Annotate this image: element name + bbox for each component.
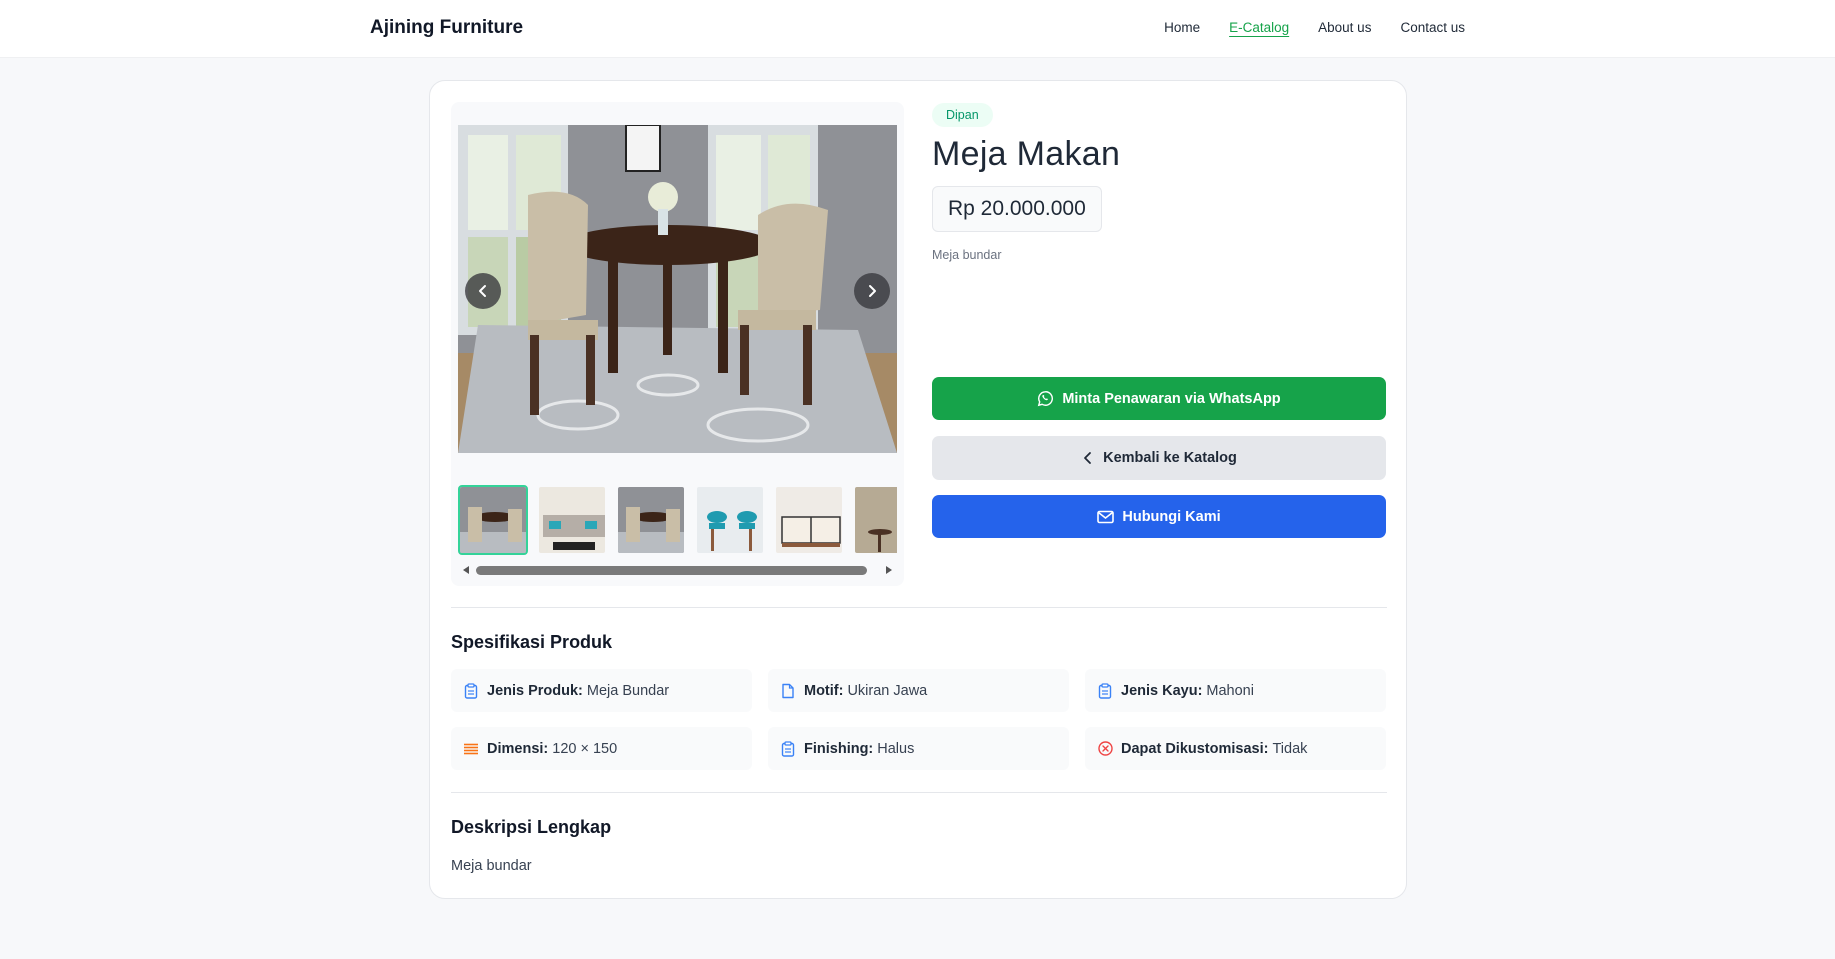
chevron-right-icon <box>869 285 876 297</box>
spec-value: Meja Bundar <box>586 682 670 699</box>
thumbnail-2[interactable] <box>537 485 607 555</box>
product-short-description: Meja bundar <box>932 248 1002 262</box>
spec-item-finishing: Finishing: Halus <box>768 727 1069 770</box>
nav-about-us[interactable]: About us <box>1318 20 1371 35</box>
category-badge: Dipan <box>932 103 993 127</box>
product-gallery <box>451 102 904 586</box>
x-circle-icon <box>1097 741 1113 757</box>
mail-icon <box>1097 510 1115 523</box>
contact-button-label: Hubungi Kami <box>1122 508 1221 525</box>
spec-value: Ukiran Jawa <box>847 682 928 699</box>
thumbnail-5[interactable] <box>774 485 844 555</box>
spec-value: Mahoni <box>1206 682 1254 699</box>
spec-value: Tidak <box>1272 740 1308 757</box>
carousel-next-button[interactable] <box>854 273 890 309</box>
whatsapp-quote-button[interactable]: Minta Penawaran via WhatsApp <box>932 377 1386 420</box>
spec-label: Motif: <box>804 682 844 699</box>
thumbnail-3[interactable] <box>616 485 686 555</box>
product-title: Meja Makan <box>932 135 1121 173</box>
description-title: Deskripsi Lengkap <box>451 817 612 837</box>
divider <box>451 607 1387 608</box>
chevron-left-icon <box>479 285 486 297</box>
spec-item-dimensi: Dimensi: 120 × 150 <box>451 727 752 770</box>
spec-value: 120 × 150 <box>552 740 618 757</box>
whatsapp-icon <box>1038 391 1054 407</box>
spec-item-dapat-dikustomisasi: Dapat Dikustomisasi: Tidak <box>1085 727 1386 770</box>
scroll-left-arrow-icon[interactable] <box>463 566 469 574</box>
back-to-catalog-button[interactable]: Kembali ke Katalog <box>932 436 1386 480</box>
thumbnail-strip <box>458 485 897 557</box>
spec-label: Dapat Dikustomisasi: <box>1121 740 1269 757</box>
carousel-prev-button[interactable] <box>465 273 501 309</box>
thumbnail-6[interactable] <box>853 485 897 555</box>
nav-e-catalog[interactable]: E-Catalog <box>1229 20 1289 35</box>
clipboard-icon <box>780 740 796 757</box>
spec-item-jenis-kayu: Jenis Kayu: Mahoni <box>1085 669 1386 712</box>
back-button-label: Kembali ke Katalog <box>1103 450 1237 466</box>
product-info: Dipan Meja Makan Rp 20.000.000 Meja bund… <box>932 103 1386 538</box>
full-description: Meja bundar <box>451 858 532 874</box>
contact-us-button[interactable]: Hubungi Kami <box>932 495 1386 538</box>
spec-value: Halus <box>877 740 915 757</box>
chevron-left-icon <box>1084 452 1092 464</box>
thumbnail-1[interactable] <box>458 485 528 555</box>
divider <box>451 792 1387 793</box>
nav-contact-us[interactable]: Contact us <box>1400 20 1465 35</box>
nav-links: Home E-Catalog About us Contact us <box>1164 20 1465 35</box>
thumbnail-scrollbar[interactable] <box>458 563 897 577</box>
product-price: Rp 20.000.000 <box>932 186 1102 232</box>
scroll-right-arrow-icon[interactable] <box>886 566 892 574</box>
spec-label: Finishing: <box>804 740 874 757</box>
product-card: Dipan Meja Makan Rp 20.000.000 Meja bund… <box>429 80 1407 899</box>
thumbnail-4[interactable] <box>695 485 765 555</box>
brand-logo[interactable]: Ajining Furniture <box>370 17 523 39</box>
spec-label: Jenis Produk: <box>487 682 583 699</box>
spec-label: Jenis Kayu: <box>1121 682 1203 699</box>
document-icon <box>780 683 796 699</box>
spec-label: Dimensi: <box>487 740 549 757</box>
clipboard-icon <box>1097 682 1113 699</box>
lines-icon <box>463 741 479 757</box>
whatsapp-button-label: Minta Penawaran via WhatsApp <box>1062 390 1281 407</box>
clipboard-icon <box>463 682 479 699</box>
main-product-image <box>458 125 897 453</box>
navbar: Ajining Furniture Home E-Catalog About u… <box>0 0 1835 57</box>
nav-home[interactable]: Home <box>1164 20 1200 35</box>
spec-item-motif: Motif: Ukiran Jawa <box>768 669 1069 712</box>
spec-item-jenis-produk: Jenis Produk: Meja Bundar <box>451 669 752 712</box>
specs-title: Spesifikasi Produk <box>451 632 613 652</box>
scrollbar-thumb[interactable] <box>476 566 867 575</box>
